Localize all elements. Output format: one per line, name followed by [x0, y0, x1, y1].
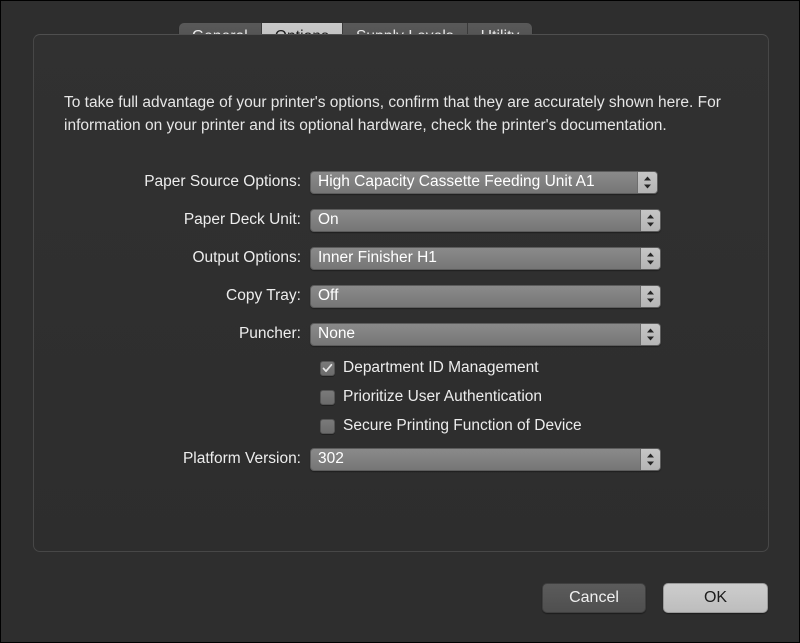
- value-copy-tray: Off: [318, 287, 339, 304]
- chevron-up-down-icon[interactable]: [640, 323, 660, 345]
- checkbox-secure-printing-function[interactable]: Secure Printing Function of Device: [320, 416, 582, 436]
- label-paper-source-options: Paper Source Options:: [144, 173, 301, 190]
- row-output-options: Output Options: Inner Finisher H1: [63, 246, 661, 270]
- value-paper-source-options: High Capacity Cassette Feeding Unit A1: [318, 173, 595, 190]
- checkbox-department-id-management[interactable]: Department ID Management: [320, 358, 539, 378]
- chevron-up-down-icon[interactable]: [640, 247, 660, 269]
- checkbox-prioritize-user-authentication[interactable]: Prioritize User Authentication: [320, 387, 542, 407]
- chevron-up-down-icon[interactable]: [637, 171, 657, 193]
- checkbox-label-prioritize-user-authentication: Prioritize User Authentication: [343, 388, 543, 405]
- value-output-options: Inner Finisher H1: [318, 249, 437, 266]
- label-output-options: Output Options:: [192, 249, 301, 266]
- value-platform-version: 302: [318, 450, 344, 467]
- popup-output-options[interactable]: Inner Finisher H1: [310, 246, 661, 270]
- checkmark-icon[interactable]: [320, 360, 335, 376]
- ok-button[interactable]: OK: [663, 583, 768, 613]
- checkbox-empty-icon[interactable]: [320, 418, 335, 434]
- row-puncher: Puncher: None: [63, 322, 661, 346]
- label-platform-version: Platform Version:: [182, 450, 301, 467]
- popup-platform-version[interactable]: 302: [310, 447, 661, 471]
- label-puncher: Puncher:: [238, 325, 301, 342]
- printer-options-dialog: General Options Supply Levels Utility To…: [1, 1, 799, 642]
- checkbox-label-secure-printing-function: Secure Printing Function of Device: [343, 417, 582, 434]
- row-paper-deck-unit: Paper Deck Unit: On: [63, 208, 661, 232]
- popup-paper-source-options[interactable]: High Capacity Cassette Feeding Unit A1: [310, 170, 658, 194]
- panel-description: To take full advantage of your printer's…: [64, 94, 721, 134]
- popup-paper-deck-unit[interactable]: On: [310, 208, 661, 232]
- options-panel: To take full advantage of your printer's…: [33, 34, 769, 552]
- value-puncher: None: [318, 325, 356, 342]
- checkbox-label-department-id-management: Department ID Management: [343, 359, 539, 376]
- chevron-up-down-icon[interactable]: [640, 448, 660, 470]
- row-paper-source-options: Paper Source Options: High Capacity Cass…: [63, 170, 658, 194]
- value-paper-deck-unit: On: [318, 211, 339, 228]
- chevron-up-down-icon[interactable]: [640, 285, 660, 307]
- cancel-button[interactable]: Cancel: [542, 583, 646, 613]
- popup-puncher[interactable]: None: [310, 322, 661, 346]
- popup-copy-tray[interactable]: Off: [310, 284, 661, 308]
- label-copy-tray: Copy Tray:: [226, 287, 301, 304]
- chevron-up-down-icon[interactable]: [640, 209, 660, 231]
- row-copy-tray: Copy Tray: Off: [63, 284, 661, 308]
- label-paper-deck-unit: Paper Deck Unit:: [183, 211, 301, 228]
- row-platform-version: Platform Version: 302: [63, 447, 661, 471]
- checkbox-empty-icon[interactable]: [320, 389, 335, 405]
